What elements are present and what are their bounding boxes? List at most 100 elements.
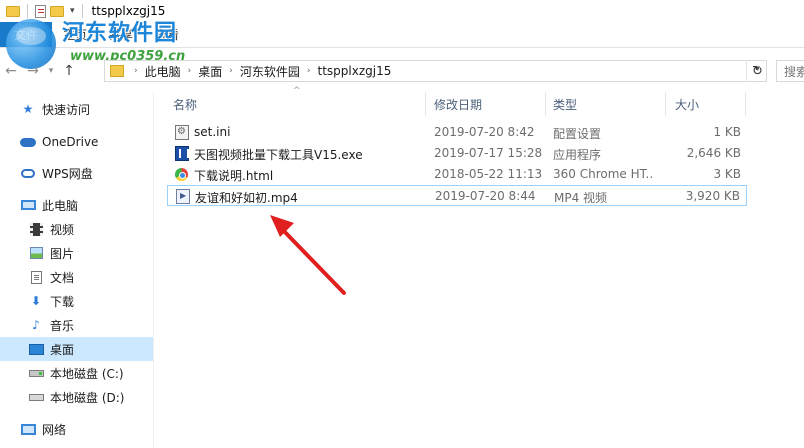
file-type: 配置设置 xyxy=(553,127,602,141)
file-date: 2018-05-22 11:13 xyxy=(434,167,543,181)
table-row[interactable]: set.ini 2019-07-20 8:42 配置设置 1 KB xyxy=(167,122,747,143)
sidebar-item-network[interactable]: 网络 xyxy=(0,417,153,441)
file-date: 2019-07-20 8:44 xyxy=(435,189,536,203)
chevron-right-icon[interactable]: › xyxy=(303,66,315,76)
file-size: 1 KB xyxy=(713,125,741,139)
file-type: 应用程序 xyxy=(553,148,602,162)
drive-c-icon xyxy=(28,366,44,380)
pictures-folder-icon xyxy=(28,246,44,260)
sidebar-item-label: 音乐 xyxy=(50,318,75,333)
navigation-bar: ← → ▾ ↑ › 此电脑 › 桌面 › 河东软件园 › ttspplxzgj1… xyxy=(0,58,804,84)
sidebar-item-label: 快速访问 xyxy=(42,102,91,117)
sidebar-item-label: 下载 xyxy=(50,294,75,309)
video-folder-icon xyxy=(28,222,44,236)
sidebar-item-desktop[interactable]: 桌面 xyxy=(0,337,153,361)
exe-file-icon xyxy=(175,146,189,161)
star-icon: ★ xyxy=(22,102,34,116)
column-header-date[interactable]: 修改日期 xyxy=(434,92,482,116)
breadcrumb-hedong[interactable]: 河东软件园 xyxy=(237,63,303,80)
breadcrumb-current-folder[interactable]: ttspplxzgj15 xyxy=(314,64,394,78)
address-bar[interactable]: › 此电脑 › 桌面 › 河东软件园 › ttspplxzgj15 ▾ xyxy=(104,60,767,82)
navigation-pane: ★ 快速访问 OneDrive WPS网盘 此电脑 视频 图片 文档 ⬇ 下载 … xyxy=(0,92,153,448)
column-divider[interactable] xyxy=(745,92,746,116)
wps-cloud-icon xyxy=(20,166,36,180)
recent-locations-chevron-icon[interactable]: ▾ xyxy=(44,60,58,82)
sidebar-item-label: WPS网盘 xyxy=(42,166,93,181)
annotation-arrow-icon xyxy=(270,215,346,295)
column-header-type[interactable]: 类型 xyxy=(553,92,577,116)
tab-file[interactable]: 文件 xyxy=(0,22,52,47)
ini-file-icon xyxy=(175,125,189,140)
sidebar-item-label: 此电脑 xyxy=(42,198,79,213)
chevron-right-icon[interactable]: › xyxy=(184,66,196,76)
sidebar-item-label: 文档 xyxy=(50,270,75,285)
window-title: ttspplxzgj15 xyxy=(91,4,166,18)
sidebar-item-label: 图片 xyxy=(50,246,75,261)
sidebar-item-downloads[interactable]: ⬇ 下载 xyxy=(0,289,153,313)
back-arrow-icon[interactable]: ← xyxy=(0,60,22,82)
location-folder-icon xyxy=(110,65,124,77)
table-row[interactable]: 友谊和好如初.mp4 2019-07-20 8:44 MP4 视频 3,920 … xyxy=(167,185,747,206)
computer-icon xyxy=(20,198,36,212)
file-type: 360 Chrome HT... xyxy=(553,167,653,181)
table-row[interactable]: 下载说明.html 2018-05-22 11:13 360 Chrome HT… xyxy=(167,164,747,185)
file-size: 2,646 KB xyxy=(686,146,741,160)
drive-d-icon xyxy=(28,390,44,404)
sidebar-item-music[interactable]: ♪ 音乐 xyxy=(0,313,153,337)
sidebar-item-this-pc[interactable]: 此电脑 xyxy=(0,193,153,217)
forward-arrow-icon[interactable]: → xyxy=(22,60,44,82)
column-divider[interactable] xyxy=(425,92,426,116)
chevron-right-icon[interactable]: › xyxy=(130,66,142,76)
table-row[interactable]: 天图视频批量下载工具V15.exe 2019-07-17 15:28 应用程序 … xyxy=(167,143,747,164)
sidebar-item-label: OneDrive xyxy=(42,135,99,149)
sidebar-item-label: 本地磁盘 (D:) xyxy=(50,390,125,405)
toolbar-divider xyxy=(81,4,83,18)
download-arrow-icon: ⬇ xyxy=(30,294,42,308)
sidebar-item-label: 本地磁盘 (C:) xyxy=(50,366,124,381)
tab-view[interactable]: 查看 xyxy=(144,22,190,47)
chevron-right-icon[interactable]: › xyxy=(225,66,237,76)
sort-ascending-icon: ^ xyxy=(293,86,301,96)
mp4-file-icon xyxy=(176,189,190,204)
sidebar-item-label: 桌面 xyxy=(50,342,75,357)
file-date: 2019-07-17 15:28 xyxy=(434,146,543,160)
column-divider[interactable] xyxy=(545,92,546,116)
desktop-icon xyxy=(28,342,44,356)
folder-icon xyxy=(6,5,20,17)
sidebar-item-drive-c[interactable]: 本地磁盘 (C:) xyxy=(0,361,153,385)
network-icon xyxy=(20,422,36,436)
column-header-size[interactable]: 大小 xyxy=(675,92,699,116)
search-input[interactable]: 搜索 xyxy=(776,60,804,82)
sidebar-item-documents[interactable]: 文档 xyxy=(0,265,153,289)
sidebar-item-quick-access[interactable]: ★ 快速访问 xyxy=(0,97,153,121)
breadcrumb-this-pc[interactable]: 此电脑 xyxy=(142,63,184,80)
chevron-down-icon[interactable]: ▾ xyxy=(70,6,75,16)
properties-icon[interactable] xyxy=(35,4,46,18)
refresh-icon[interactable]: ↻ xyxy=(746,60,768,82)
sidebar-item-onedrive[interactable]: OneDrive xyxy=(0,130,153,154)
sidebar-item-videos[interactable]: 视频 xyxy=(0,217,153,241)
sidebar-item-wps-cloud[interactable]: WPS网盘 xyxy=(0,161,153,185)
new-folder-icon[interactable] xyxy=(50,5,64,17)
music-note-icon: ♪ xyxy=(32,318,40,332)
up-arrow-icon[interactable]: ↑ xyxy=(58,60,80,82)
tab-share[interactable]: 共享 xyxy=(98,22,144,47)
toolbar-divider xyxy=(27,4,28,18)
documents-folder-icon xyxy=(28,270,44,284)
column-divider[interactable] xyxy=(665,92,666,116)
file-type: MP4 视频 xyxy=(554,191,608,205)
html-file-icon xyxy=(175,168,188,181)
breadcrumb-desktop[interactable]: 桌面 xyxy=(195,63,225,80)
quick-access-toolbar: ▾ xyxy=(0,4,86,18)
sidebar-item-label: 视频 xyxy=(50,222,75,237)
tab-home[interactable]: 主页 xyxy=(52,22,98,47)
title-bar: ▾ ttspplxzgj15 xyxy=(0,0,804,22)
sidebar-item-pictures[interactable]: 图片 xyxy=(0,241,153,265)
ribbon-tabs: 文件 主页 共享 查看 xyxy=(0,22,804,48)
pane-splitter[interactable] xyxy=(153,92,154,448)
column-header-name[interactable]: 名称 xyxy=(173,92,197,116)
cloud-icon xyxy=(20,135,36,149)
file-size: 3 KB xyxy=(713,167,741,181)
sidebar-item-label: 网络 xyxy=(42,422,67,437)
sidebar-item-drive-d[interactable]: 本地磁盘 (D:) xyxy=(0,385,153,409)
